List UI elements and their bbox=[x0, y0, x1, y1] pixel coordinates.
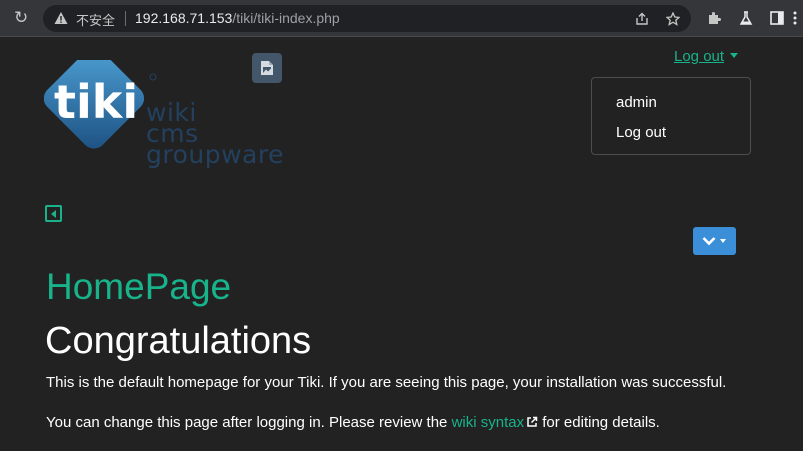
url-host: 192.168.71.153 bbox=[135, 10, 233, 26]
reload-icon[interactable]: ↻ bbox=[14, 9, 32, 27]
logo-word: tiki bbox=[54, 75, 138, 129]
caret-down-icon bbox=[720, 239, 726, 243]
caret-down-icon bbox=[730, 53, 739, 58]
address-separator bbox=[125, 11, 126, 26]
menu-item-username[interactable]: admin bbox=[616, 94, 657, 111]
menu-item-logout[interactable]: Log out bbox=[616, 124, 666, 141]
user-menu: admin Log out bbox=[591, 77, 751, 155]
page-heading: Congratulations bbox=[45, 320, 312, 362]
page-title: HomePage bbox=[46, 266, 232, 307]
paragraph-intro: This is the default homepage for your Ti… bbox=[46, 374, 727, 391]
logo-tagline: wiki cms groupware bbox=[146, 100, 284, 169]
page-actions-dropdown[interactable] bbox=[693, 227, 736, 255]
paragraph-edit-info: You can change this page after logging i… bbox=[46, 414, 660, 431]
logo-line-groupware: groupware bbox=[146, 140, 284, 169]
collapse-left-icon bbox=[51, 210, 56, 218]
external-link-icon bbox=[527, 416, 538, 427]
page: tiki wiki cms groupware Log out admin Lo… bbox=[0, 38, 803, 451]
extensions-icon[interactable] bbox=[706, 10, 722, 26]
paragraph-text-after: for editing details. bbox=[538, 414, 660, 431]
share-icon[interactable] bbox=[635, 12, 649, 26]
logout-toggle-label: Log out bbox=[674, 48, 725, 65]
paragraph-text-before: You can change this page after logging i… bbox=[46, 414, 452, 431]
labs-icon[interactable] bbox=[738, 10, 754, 26]
logout-toggle[interactable]: Log out bbox=[674, 48, 739, 65]
browser-toolbar: ↻ 不安全 192.168.71.153/tiki/tiki-index.php bbox=[0, 0, 803, 37]
menu-dots-icon[interactable] bbox=[792, 10, 798, 26]
url-text[interactable]: 192.168.71.153/tiki/tiki-index.php bbox=[135, 10, 340, 26]
star-icon[interactable] bbox=[666, 12, 680, 26]
warning-icon[interactable] bbox=[54, 11, 68, 25]
collapse-left-column-button[interactable] bbox=[45, 205, 62, 222]
sidepanel-icon[interactable] bbox=[769, 10, 785, 26]
url-path: /tiki/tiki-index.php bbox=[232, 10, 340, 26]
insecure-label: 不安全 bbox=[76, 14, 116, 29]
wiki-syntax-link[interactable]: wiki syntax bbox=[452, 414, 525, 431]
chevron-down-icon bbox=[702, 237, 716, 246]
page-action-button[interactable] bbox=[252, 53, 282, 83]
address-bar[interactable]: 不安全 192.168.71.153/tiki/tiki-index.php bbox=[43, 5, 691, 32]
document-icon bbox=[261, 61, 273, 75]
